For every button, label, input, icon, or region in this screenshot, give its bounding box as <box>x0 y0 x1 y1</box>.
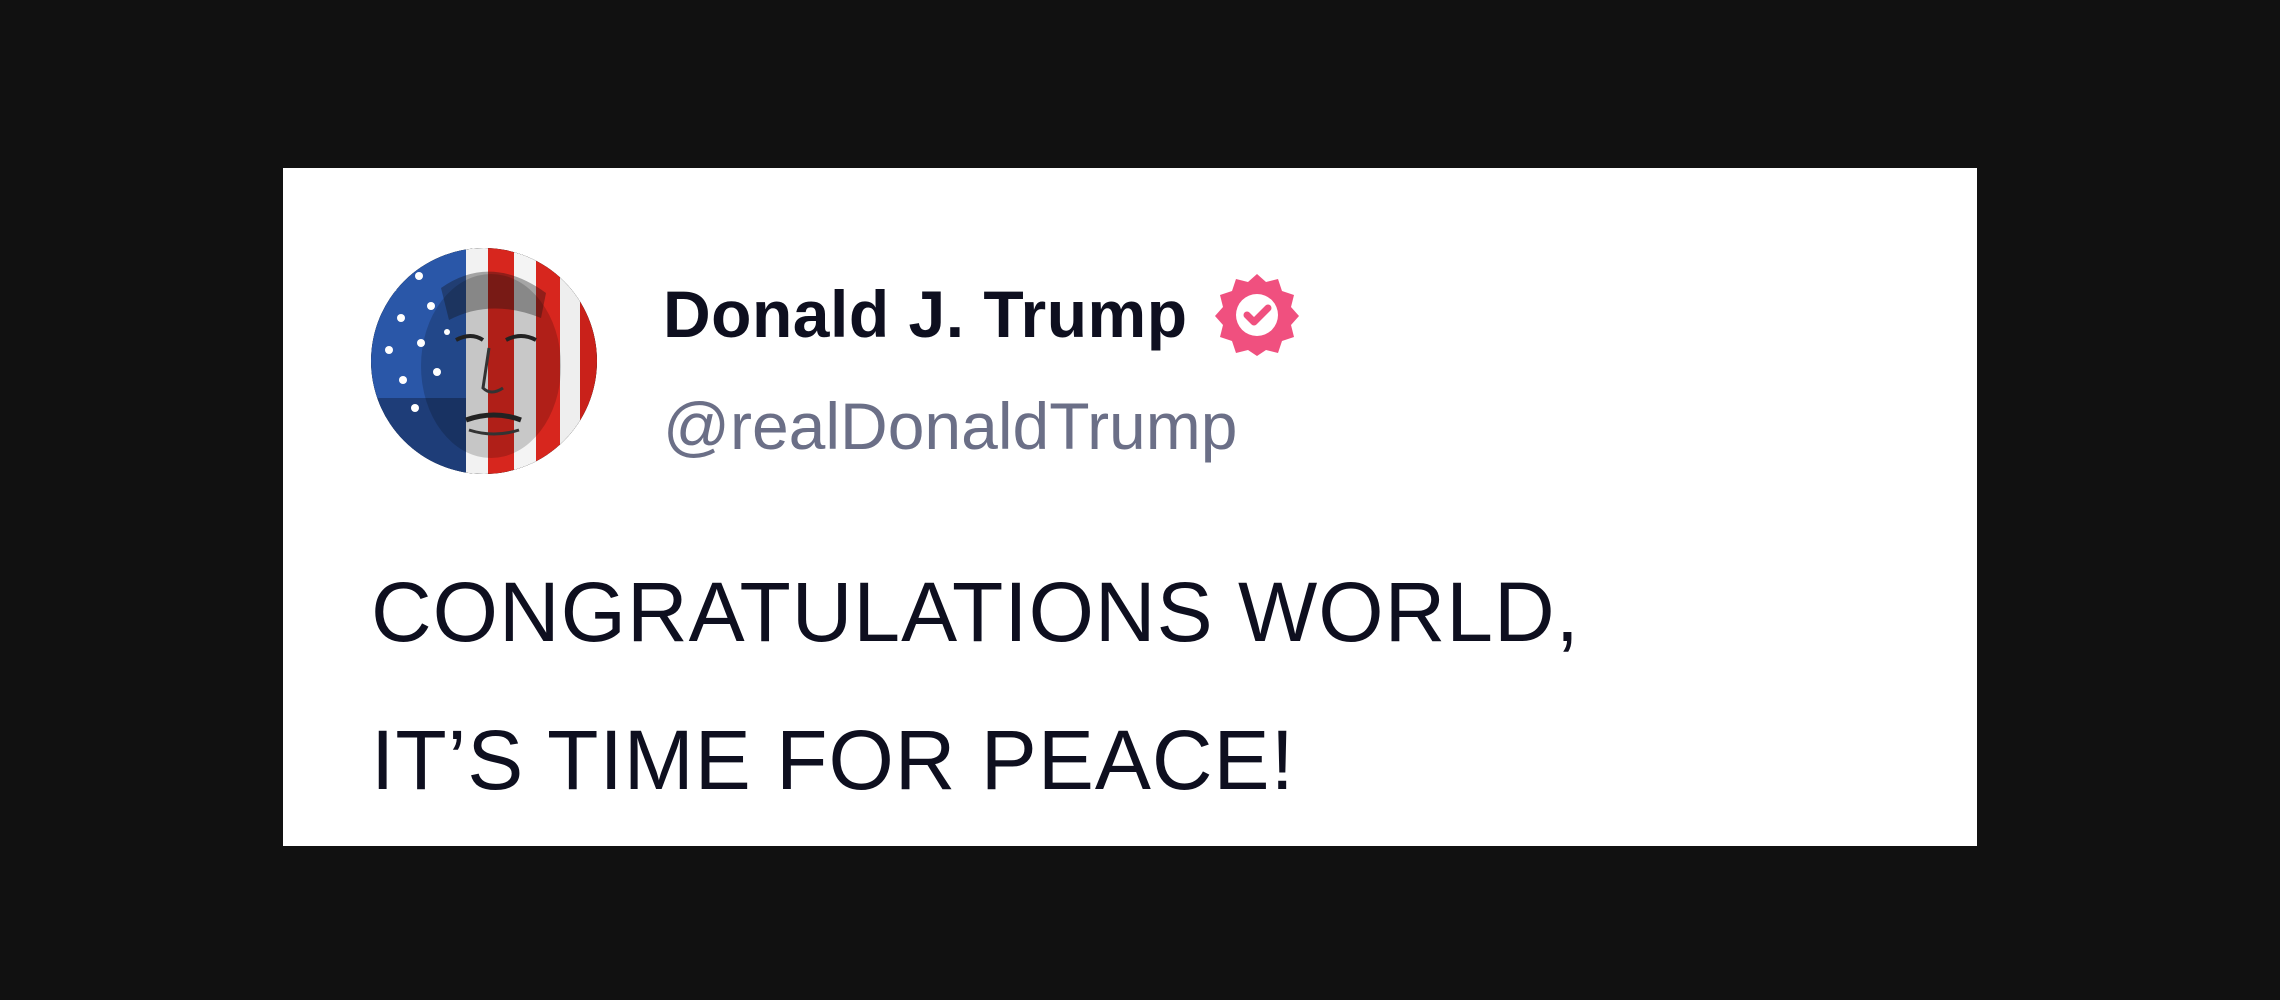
author-display-name[interactable]: Donald J. Trump <box>663 276 1188 352</box>
avatar-image <box>371 248 597 474</box>
author-handle[interactable]: @realDonaldTrump <box>663 388 1237 464</box>
verified-badge-icon <box>1214 271 1300 357</box>
post-card: Donald J. Trump @realDonaldTrump CONGRAT… <box>283 168 1977 846</box>
avatar[interactable] <box>371 248 597 474</box>
post-text-line: IT’S TIME FOR PEACE! <box>371 713 1295 807</box>
post-body: CONGRATULATIONS WORLD, IT’S TIME FOR PEA… <box>371 538 1931 834</box>
post-text-line: CONGRATULATIONS WORLD, <box>371 565 1580 659</box>
author-name-row: Donald J. Trump <box>663 264 1300 364</box>
